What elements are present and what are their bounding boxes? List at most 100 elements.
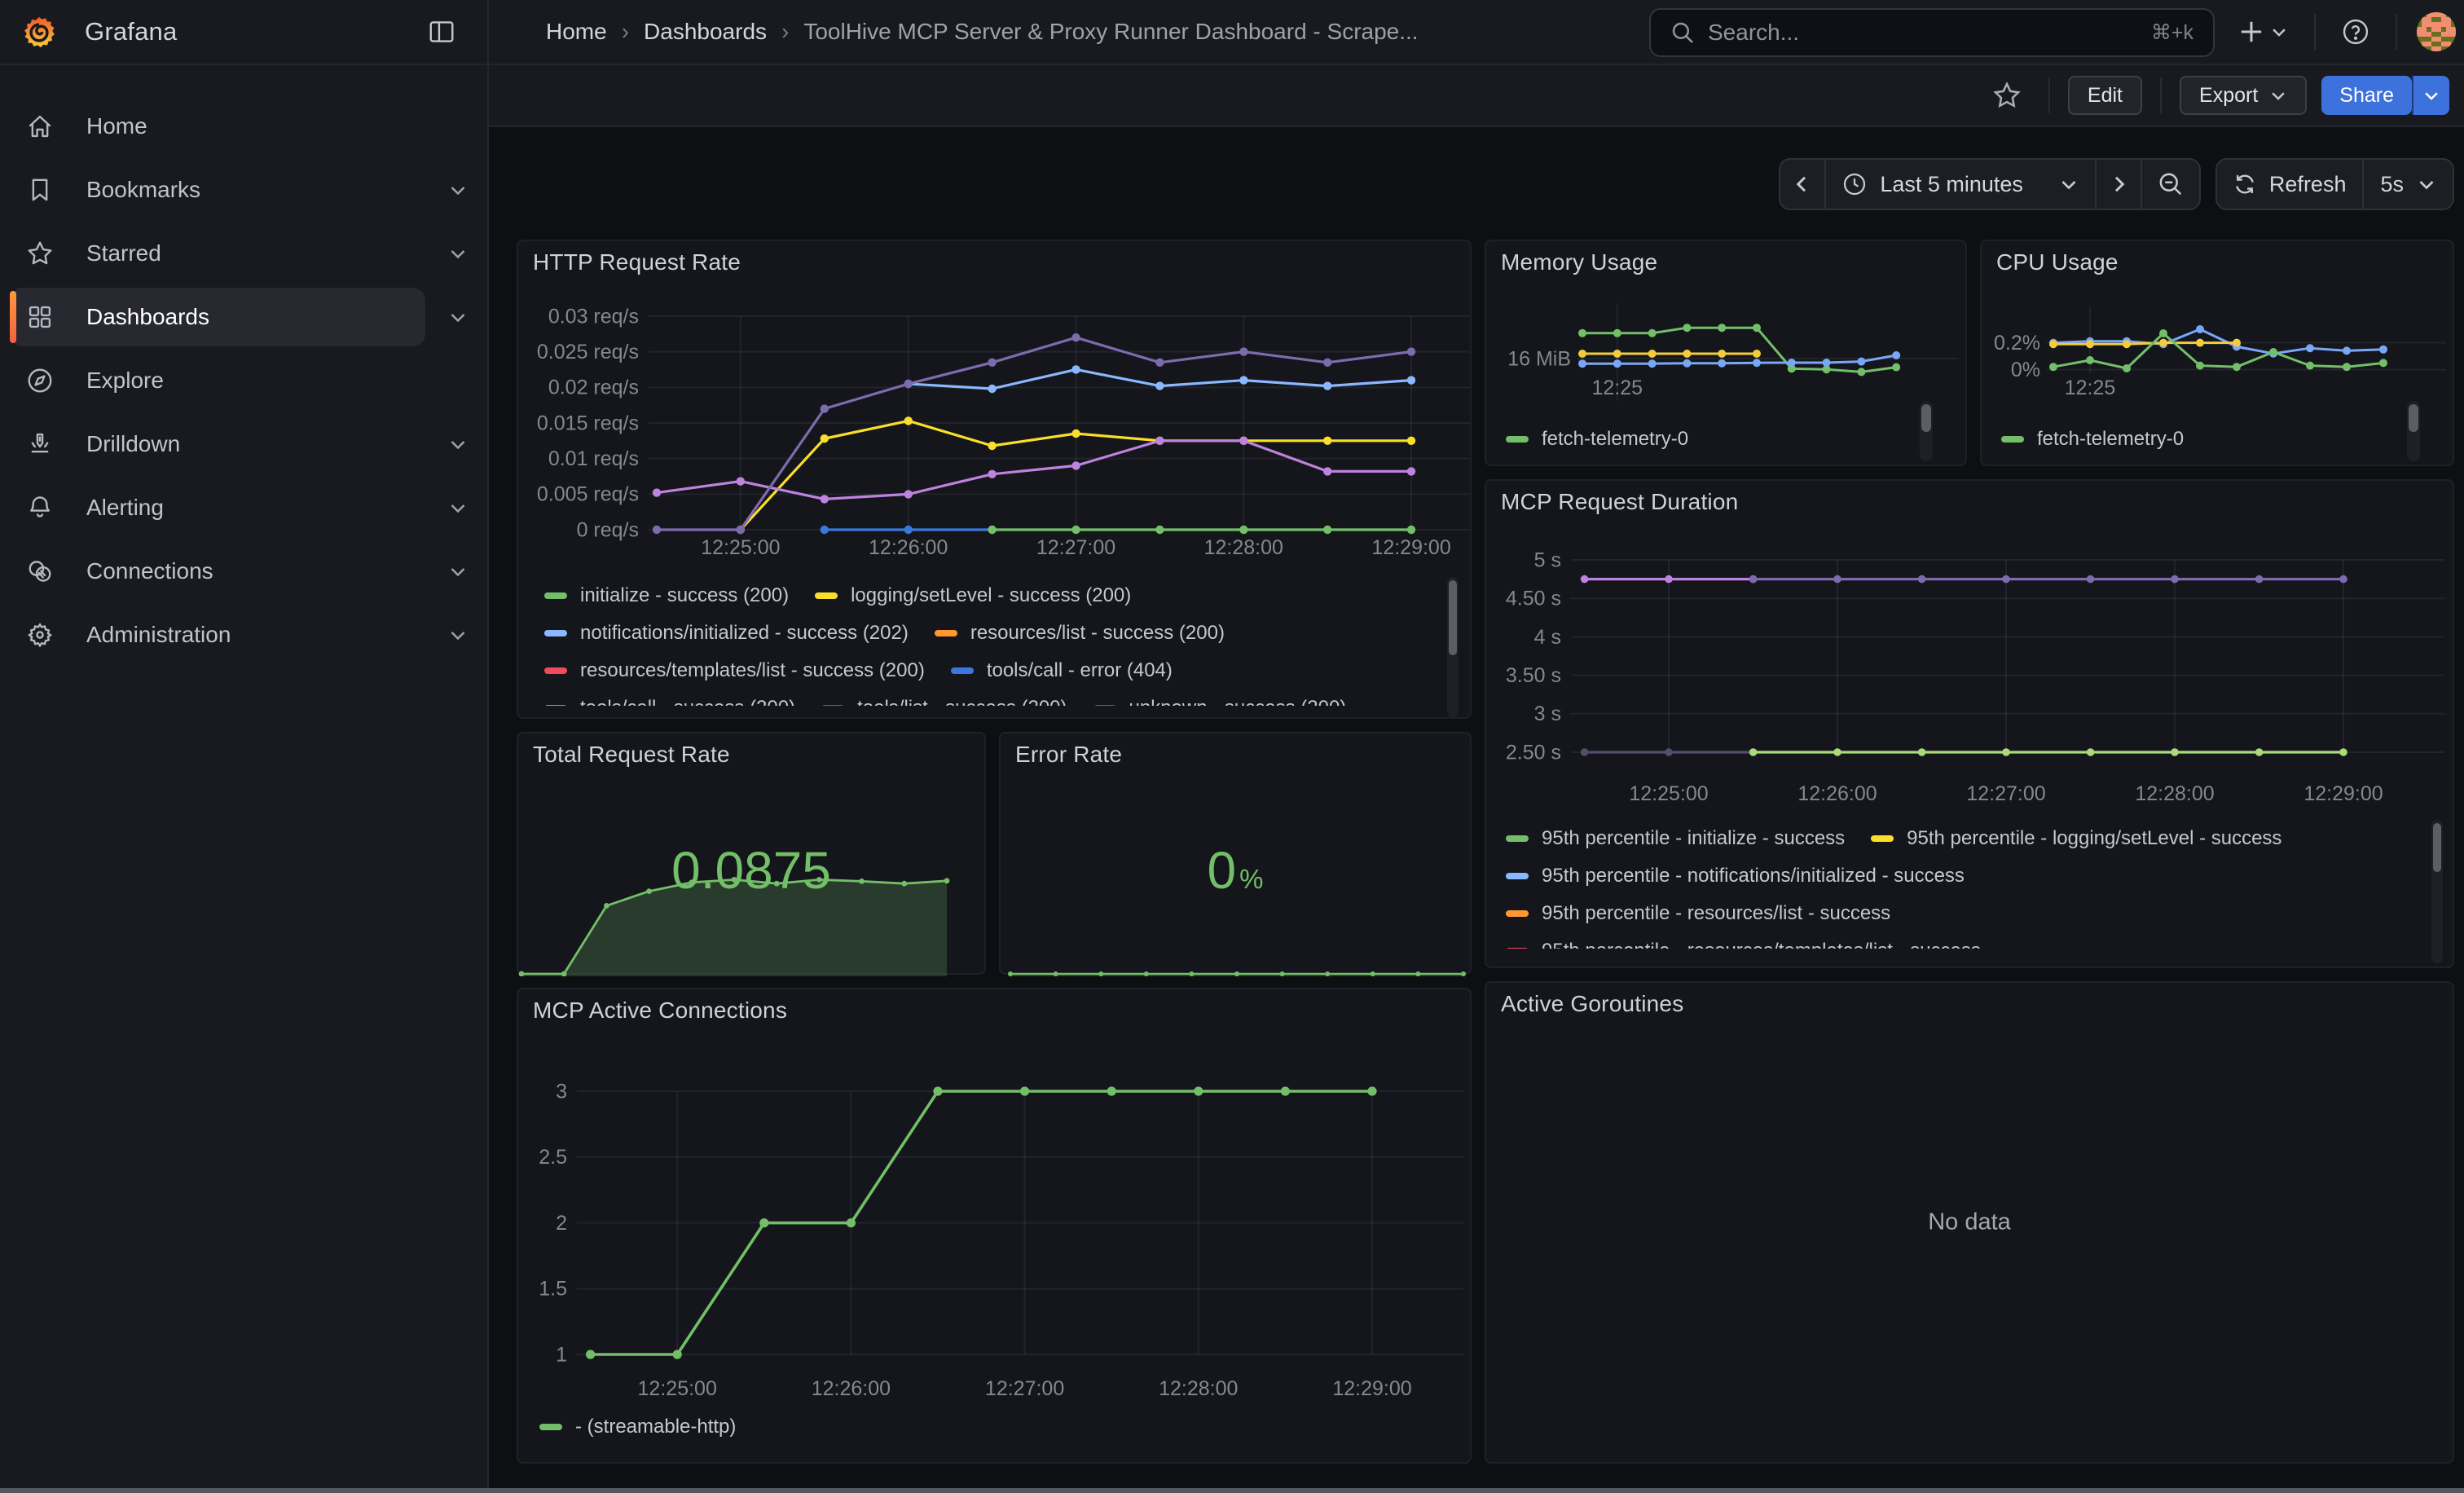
series-line (2053, 343, 2237, 345)
sidebar-item-alerting[interactable]: Alerting (0, 476, 487, 540)
legend-item[interactable]: tools/call - error (404) (951, 652, 1173, 689)
panel-mcp-active-connections: MCP Active Connections 32.521.5112:25:00… (517, 988, 1472, 1464)
y-axis-tick-label: 0.01 req/s (548, 447, 639, 470)
data-point (1683, 350, 1691, 358)
data-point (586, 1350, 595, 1359)
data-point (1008, 971, 1013, 976)
sidebar: HomeBookmarksStarredDashboards Explore Dri… (0, 65, 489, 1490)
breadcrumb-dashboards[interactable]: Dashboards (644, 19, 767, 45)
sidebar-nav: HomeBookmarksStarredDashboards Explore Dri… (0, 95, 487, 667)
legend-item[interactable]: resources/templates/list - success (200) (544, 652, 925, 689)
data-point (1155, 526, 1164, 534)
data-point (1071, 429, 1080, 438)
mcp-active-connections-chart[interactable]: 32.521.5112:25:0012:26:0012:27:0012:28:0… (518, 989, 1473, 1472)
legend-scrollbar[interactable] (2407, 401, 2420, 461)
sidebar-item-starred[interactable]: Starred (0, 222, 487, 285)
legend-item[interactable]: tools/call - success (200) (544, 689, 795, 706)
time-controls: Last 5 minutes (1779, 158, 2454, 210)
chevron-down-icon[interactable] (448, 434, 468, 454)
data-point (904, 416, 913, 425)
data-point (2339, 748, 2347, 756)
sidebar-item-connections[interactable]: Connections (0, 540, 487, 603)
legend-label: logging/setLevel - success (200) (851, 584, 1131, 607)
sidebar-item-explore[interactable]: Explore (0, 349, 487, 412)
data-point (1718, 350, 1726, 358)
legend-item[interactable]: 95th percentile - logging/setLevel - suc… (1871, 820, 2281, 857)
legend-scrollbar[interactable] (1920, 401, 1933, 461)
data-point (1281, 1086, 1290, 1095)
data-point (847, 1218, 856, 1227)
chevron-down-icon[interactable] (448, 625, 468, 645)
legend-item[interactable]: notifications/initialized - success (202… (544, 614, 909, 652)
sidebar-item-label: Connections (86, 558, 213, 584)
zoom-out-button[interactable] (2142, 160, 2199, 209)
data-point (1578, 359, 1586, 368)
time-shift-back-button[interactable] (1780, 160, 1826, 209)
legend-color-chip (1506, 436, 1529, 443)
legend-scrollbar[interactable] (2431, 820, 2443, 963)
data-point (1857, 368, 1865, 376)
home-icon (26, 112, 54, 140)
export-button[interactable]: Export (2180, 76, 2307, 115)
legend-item[interactable]: unknown - success (200) (1093, 689, 1347, 706)
chevron-down-icon[interactable] (448, 180, 468, 200)
legend-item[interactable]: 95th percentile - initialize - success (1506, 820, 1845, 857)
legend-item[interactable]: fetch-telemetry-0 (2001, 421, 2184, 458)
time-shift-forward-button[interactable] (2097, 160, 2142, 209)
panel-legend: - (streamable-http) (539, 1408, 1452, 1451)
share-button[interactable]: Share (2321, 76, 2412, 115)
legend-label: initialize - success (200) (580, 584, 789, 607)
legend-item[interactable]: fetch-telemetry-0 (1506, 421, 1688, 458)
legend-item[interactable]: logging/setLevel - success (200) (815, 577, 1131, 614)
legend-label: 95th percentile - resources/templates/li… (1542, 940, 1981, 949)
data-point (1749, 748, 1758, 756)
add-new-button[interactable] (2229, 9, 2298, 55)
refresh-interval-button[interactable]: 5s (2364, 160, 2453, 209)
data-point (1371, 971, 1375, 976)
share-menu-button[interactable] (2412, 76, 2449, 115)
sidebar-item-dashboards[interactable]: Dashboards (0, 285, 487, 349)
sidebar-item-administration[interactable]: Administration (0, 603, 487, 667)
window-edge (0, 1488, 2464, 1493)
sidebar-toggle-button[interactable] (419, 9, 464, 55)
sidebar-item-label: Explore (86, 368, 164, 394)
y-axis-tick-label: 0% (2011, 359, 2040, 381)
time-range-picker-button[interactable]: Last 5 minutes (1826, 160, 2097, 209)
data-point (988, 359, 996, 367)
legend-item[interactable]: - (streamable-http) (539, 1408, 736, 1446)
y-axis-tick-label: 2.50 s (1506, 741, 1561, 764)
chevron-down-icon[interactable] (448, 498, 468, 517)
y-axis-tick-label: 2 (556, 1212, 567, 1235)
series-line (1582, 355, 1896, 363)
legend-item[interactable]: resources/list - success (200) (935, 614, 1225, 652)
search-input[interactable]: Search... ⌘+k (1649, 8, 2215, 57)
sidebar-item-home[interactable]: Home (0, 95, 487, 158)
search-icon (1670, 20, 1695, 45)
legend-item[interactable]: initialize - success (200) (544, 577, 789, 614)
help-button[interactable] (2332, 9, 2379, 55)
refresh-button[interactable]: Refresh (2217, 160, 2365, 209)
panel-mcp-request-duration: MCP Request Duration 5 s4.50 s4 s3.50 s3… (1485, 479, 2454, 968)
data-point (2196, 362, 2204, 370)
legend-item[interactable]: 95th percentile - resources/templates/li… (1506, 932, 1981, 949)
panel-title[interactable]: Active Goroutines (1501, 991, 1683, 1017)
y-axis-tick-label: 0 req/s (577, 518, 639, 541)
edit-button[interactable]: Edit (2068, 76, 2142, 115)
user-avatar[interactable] (2417, 12, 2456, 51)
legend-item[interactable]: tools/list - success (200) (821, 689, 1067, 706)
favorite-star-button[interactable] (1983, 75, 2031, 116)
legend-item[interactable]: 95th percentile - notifications/initiali… (1506, 857, 1965, 895)
legend-item[interactable]: 95th percentile - resources/list - succe… (1506, 895, 1890, 932)
breadcrumb-home[interactable]: Home (546, 19, 607, 45)
chevron-down-icon[interactable] (448, 307, 468, 327)
chevron-down-icon[interactable] (448, 562, 468, 581)
bookmark-icon (26, 176, 54, 204)
data-point (821, 495, 829, 503)
sidebar-item-bookmarks[interactable]: Bookmarks (0, 158, 487, 222)
y-axis-tick-label: 16 MiB (1507, 347, 1571, 370)
chevron-down-icon[interactable] (448, 244, 468, 263)
legend-color-chip (1506, 910, 1529, 917)
data-point (1071, 365, 1080, 373)
legend-scrollbar[interactable] (1447, 577, 1459, 717)
sidebar-item-drilldown[interactable]: Drilldown (0, 412, 487, 476)
